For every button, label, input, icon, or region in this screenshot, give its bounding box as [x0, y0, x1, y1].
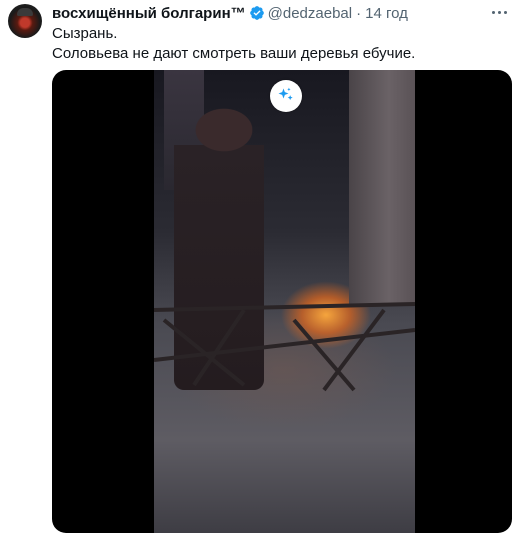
- tweet-header: восхищённый болгарин™ @dedzaebal · 14 го…: [52, 4, 408, 22]
- video-frame: [154, 70, 415, 533]
- tweet-text: Сызрань. Соловьева не дают смотреть ваши…: [52, 24, 512, 64]
- tweet-card[interactable]: восхищённый болгарин™ @dedzaebal · 14 го…: [0, 0, 524, 539]
- video-building: [349, 70, 415, 305]
- video-fence: [154, 302, 415, 392]
- timestamp[interactable]: 14 год: [365, 5, 408, 22]
- verified-badge-icon: [249, 5, 265, 21]
- more-options-icon[interactable]: [488, 4, 510, 20]
- user-handle[interactable]: @dedzaebal: [268, 5, 352, 22]
- display-name[interactable]: восхищённый болгарин™: [52, 5, 246, 22]
- separator-dot: ·: [356, 4, 362, 22]
- tweet-text-line: Соловьева не дают смотреть ваши деревья …: [52, 45, 416, 62]
- tweet-text-line: Сызрань.: [52, 25, 118, 42]
- sparkle-icon[interactable]: [270, 80, 302, 112]
- avatar[interactable]: [8, 4, 42, 38]
- media-video[interactable]: [52, 70, 512, 533]
